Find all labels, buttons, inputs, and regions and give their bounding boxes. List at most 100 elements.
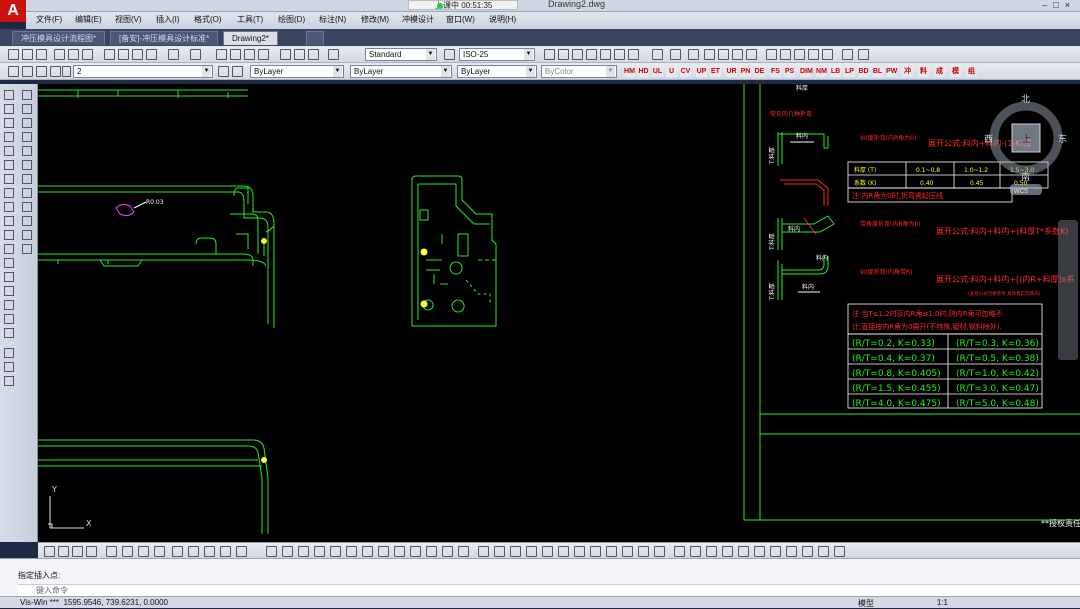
menu-view[interactable]: 视图(V) <box>115 14 142 25</box>
gradient-icon[interactable] <box>4 286 14 296</box>
zoom-previous-icon[interactable] <box>258 49 269 60</box>
mirror-icon[interactable] <box>22 118 32 128</box>
hatch-icon[interactable] <box>4 272 14 282</box>
tool-palette-icon[interactable] <box>308 49 319 60</box>
custom-et-button[interactable]: ET <box>710 66 721 77</box>
bt-icon-11[interactable] <box>204 546 215 557</box>
bt-icon-26[interactable] <box>458 546 469 557</box>
table-icon[interactable] <box>4 314 14 324</box>
menu-window[interactable]: 窗口(W) <box>446 14 475 25</box>
bt-icon-9[interactable] <box>172 546 183 557</box>
camera-icon[interactable] <box>670 49 681 60</box>
shade-icon[interactable] <box>586 49 597 60</box>
custom-hd-button[interactable]: HD <box>638 66 649 77</box>
bt-icon-42[interactable] <box>722 546 733 557</box>
navigation-bar[interactable] <box>1058 220 1078 360</box>
custom-cv-button[interactable]: CV <box>680 66 691 77</box>
scale-icon[interactable] <box>22 188 32 198</box>
custom-mo-button[interactable]: 模 <box>950 66 961 77</box>
bt-icon-30[interactable] <box>526 546 537 557</box>
tool-b-icon[interactable] <box>732 49 743 60</box>
menu-insert[interactable]: 插入(I) <box>156 14 180 25</box>
bt-icon-13[interactable] <box>236 546 247 557</box>
bt-icon-47[interactable] <box>802 546 813 557</box>
erase-icon[interactable] <box>22 90 32 100</box>
text-style-dropdown[interactable]: Standard ▼ <box>365 48 437 61</box>
menu-help[interactable]: 说明(H) <box>489 14 516 25</box>
bt-icon-37[interactable] <box>638 546 649 557</box>
menu-draw[interactable]: 绘图(D) <box>278 14 305 25</box>
plot-style-dropdown[interactable]: ByColor ▼ <box>541 65 617 78</box>
bt-icon-23[interactable] <box>410 546 421 557</box>
layer-walk-icon[interactable] <box>4 348 14 358</box>
bt-icon-41[interactable] <box>706 546 717 557</box>
tool-c-icon[interactable] <box>746 49 757 60</box>
new-tab-button[interactable] <box>306 31 324 45</box>
bt-icon-29[interactable] <box>510 546 521 557</box>
command-input[interactable]: 键入命令 <box>18 584 1080 596</box>
tab-design-standard[interactable]: [备安]-冲压模具设计标准* <box>110 31 219 45</box>
close-icon[interactable]: × <box>1065 0 1076 10</box>
rectangle-icon[interactable] <box>4 146 14 156</box>
custom-nm-button[interactable]: NM <box>816 66 827 77</box>
custom-bl-button[interactable]: BL <box>872 66 883 77</box>
redo-icon[interactable] <box>190 49 201 60</box>
maximize-icon[interactable]: □ <box>1053 0 1064 10</box>
bt-icon-17[interactable] <box>314 546 325 557</box>
extend-icon[interactable] <box>22 230 32 240</box>
line-icon[interactable] <box>4 90 14 100</box>
point-icon[interactable] <box>4 258 14 268</box>
bt-icon-12[interactable] <box>220 546 231 557</box>
bulb-icon[interactable] <box>22 66 33 77</box>
match-properties-icon[interactable] <box>146 49 157 60</box>
bt-icon-18[interactable] <box>330 546 341 557</box>
custom-up-button[interactable]: UP <box>696 66 707 77</box>
rotate-icon[interactable] <box>22 174 32 184</box>
bt-icon-2[interactable] <box>58 546 69 557</box>
tool-h-icon[interactable] <box>822 49 833 60</box>
properties-icon[interactable] <box>280 49 291 60</box>
paste-icon[interactable] <box>132 49 143 60</box>
copy-object-icon[interactable] <box>22 104 32 114</box>
polygon-icon[interactable] <box>4 132 14 142</box>
circle-icon[interactable] <box>4 174 14 184</box>
custom-pn-button[interactable]: PN <box>740 66 751 77</box>
tab-drawing2[interactable]: Drawing2* <box>223 31 278 45</box>
bt-icon-25[interactable] <box>442 546 453 557</box>
model-space-button[interactable]: 模型 <box>858 598 874 609</box>
array-icon[interactable] <box>22 146 32 156</box>
layer-previous-icon[interactable] <box>232 66 243 77</box>
menu-tools[interactable]: 工具(T) <box>237 14 263 25</box>
bt-icon-32[interactable] <box>558 546 569 557</box>
bt-icon-19[interactable] <box>346 546 357 557</box>
menu-dimension[interactable]: 标注(N) <box>319 14 346 25</box>
bt-icon-10[interactable] <box>188 546 199 557</box>
layer-dropdown[interactable]: 2 ▼ <box>73 65 213 78</box>
make-current-icon[interactable] <box>218 66 229 77</box>
custom-liao-button[interactable]: 料 <box>918 66 929 77</box>
bt-icon-45[interactable] <box>770 546 781 557</box>
layer-manager-icon[interactable] <box>8 66 19 77</box>
shade-3-icon[interactable] <box>614 49 625 60</box>
shade-4-icon[interactable] <box>628 49 639 60</box>
save-icon[interactable] <box>36 49 47 60</box>
tab-flowchart[interactable]: 冲压模具设计流程图* <box>12 31 106 45</box>
bt-icon-46[interactable] <box>786 546 797 557</box>
bt-icon-31[interactable] <box>542 546 553 557</box>
shade-2-icon[interactable] <box>600 49 611 60</box>
bt-icon-39[interactable] <box>674 546 685 557</box>
break-icon[interactable] <box>22 244 32 254</box>
custom-ur-button[interactable]: UR <box>726 66 737 77</box>
snap-icon[interactable] <box>688 49 699 60</box>
bt-icon-36[interactable] <box>622 546 633 557</box>
custom-ps-button[interactable]: PS <box>784 66 795 77</box>
bt-icon-6[interactable] <box>122 546 133 557</box>
bt-icon-15[interactable] <box>282 546 293 557</box>
spline-icon[interactable] <box>4 202 14 212</box>
bt-icon-48[interactable] <box>818 546 829 557</box>
tool-d-icon[interactable] <box>766 49 777 60</box>
tool-e-icon[interactable] <box>780 49 791 60</box>
lineweight-dropdown[interactable]: ByLayer ▼ <box>457 65 537 78</box>
mtext-icon[interactable] <box>4 328 14 338</box>
tool-f-icon[interactable] <box>794 49 805 60</box>
